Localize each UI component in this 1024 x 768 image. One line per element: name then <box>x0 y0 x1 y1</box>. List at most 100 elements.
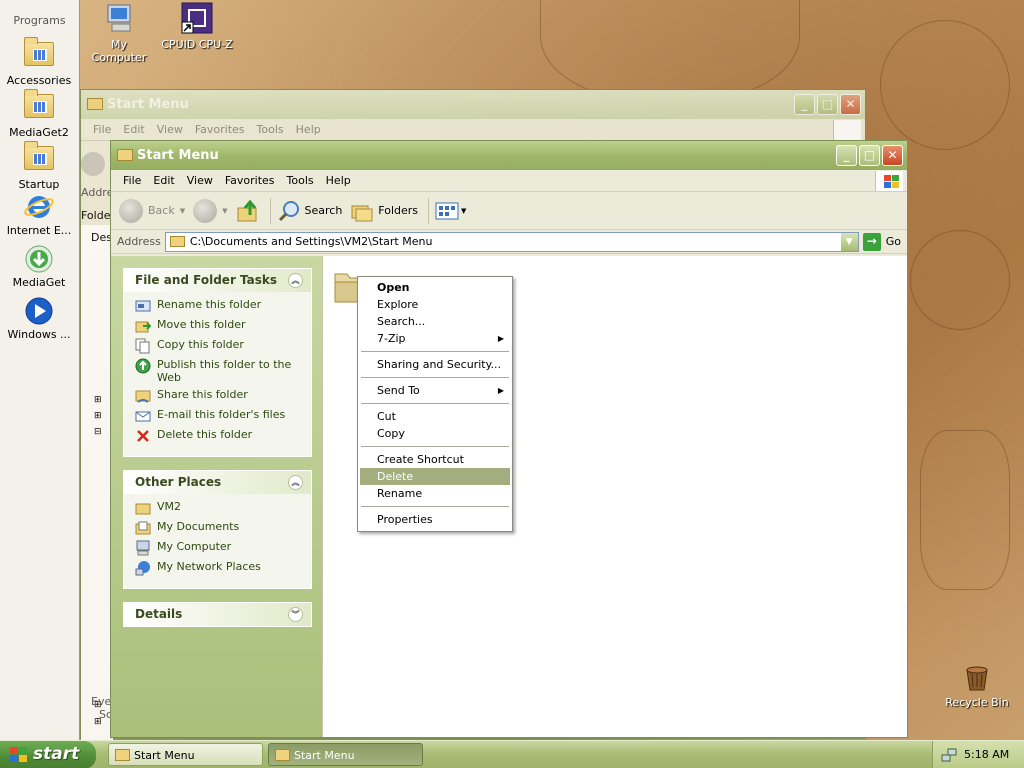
windows-logo-icon <box>10 747 27 762</box>
menu-edit[interactable]: Edit <box>147 174 180 187</box>
email-icon <box>135 408 151 424</box>
network-tray-icon[interactable] <box>941 747 957 763</box>
collapse-chevron-icon[interactable]: ︽ <box>288 475 303 490</box>
menu-tools[interactable]: Tools <box>251 123 290 136</box>
rename-icon <box>135 298 151 314</box>
folders-button[interactable]: Folders <box>350 200 418 222</box>
place-vm2[interactable]: VM2 <box>135 500 305 516</box>
program-windows-media[interactable]: Windows ... <box>0 296 78 341</box>
clock[interactable]: 5:18 AM <box>964 748 1009 761</box>
toolbar: Back ▼ ▼ Search Folders ▼ <box>111 192 907 230</box>
up-folder-button[interactable] <box>236 199 260 223</box>
folders-tree[interactable]: Des ⊞ ⊞ ⊟ ⊞ ⊞ <box>81 225 113 755</box>
place-my-computer[interactable]: My Computer <box>135 540 305 556</box>
task-label: Publish this folder to the Web <box>157 358 292 384</box>
context-item-properties[interactable]: Properties <box>360 511 510 528</box>
minimize-button[interactable]: _ <box>836 145 857 166</box>
program-mediaget[interactable]: MediaGet <box>0 244 78 289</box>
menu-tools[interactable]: Tools <box>281 174 320 187</box>
desktop-icon-label: My Computer <box>91 38 147 64</box>
system-tray: 5:18 AM <box>932 741 1024 768</box>
panel-header[interactable]: File and Folder Tasks ︽ <box>124 269 311 292</box>
menu-favorites[interactable]: Favorites <box>219 174 281 187</box>
desktop-icon-recycle-bin[interactable]: Recycle Bin <box>940 664 1014 709</box>
context-item-7zip[interactable]: 7-Zip ▶ <box>360 330 510 347</box>
maximize-button[interactable]: □ <box>859 145 880 166</box>
tree-expand-icon[interactable]: ⊞ <box>94 411 102 421</box>
collapse-chevron-icon[interactable]: ︽ <box>288 273 303 288</box>
context-item-search[interactable]: Search... <box>360 313 510 330</box>
desktop-icon-my-computer[interactable]: My Computer <box>84 2 154 64</box>
task-copy-folder[interactable]: Copy this folder <box>135 338 305 354</box>
context-item-send-to[interactable]: Send To ▶ <box>360 382 510 399</box>
maximize-button[interactable]: □ <box>817 94 838 115</box>
place-my-documents[interactable]: My Documents <box>135 520 305 536</box>
context-item-open[interactable]: Open <box>360 279 510 296</box>
task-rename-folder[interactable]: Rename this folder <box>135 298 305 314</box>
address-label: Address <box>117 235 161 248</box>
context-item-create-shortcut[interactable]: Create Shortcut <box>360 451 510 468</box>
window-titlebar[interactable]: Start Menu _ □ ✕ <box>111 141 907 170</box>
context-item-label: Properties <box>377 513 433 526</box>
menu-view[interactable]: View <box>151 123 189 136</box>
start-button[interactable]: start <box>0 741 96 768</box>
task-move-folder[interactable]: Move this folder <box>135 318 305 334</box>
context-item-explore[interactable]: Explore <box>360 296 510 313</box>
tree-item-desktop[interactable]: Des <box>91 231 112 244</box>
context-item-label: Delete <box>377 470 414 483</box>
media-player-icon <box>23 296 55 326</box>
context-item-rename[interactable]: Rename <box>360 485 510 502</box>
address-input[interactable]: C:\Documents and Settings\VM2\Start Menu… <box>164 231 859 252</box>
back-button[interactable]: Back ▼ <box>119 198 185 223</box>
window-titlebar[interactable]: Start Menu _ □ ✕ <box>81 90 865 119</box>
go-button[interactable]: → Go <box>862 232 901 251</box>
delete-icon <box>135 428 151 444</box>
desktop-icon-cpu-z[interactable]: CPUID CPU-Z <box>160 2 234 51</box>
program-mediaget2[interactable]: MediaGet2 <box>0 88 78 139</box>
context-item-copy[interactable]: Copy <box>360 425 510 442</box>
copy-icon <box>135 338 151 354</box>
my-computer-icon <box>135 540 151 556</box>
menu-view[interactable]: View <box>181 174 219 187</box>
menu-help[interactable]: Help <box>290 123 327 136</box>
tree-expand-icon[interactable]: ⊞ <box>94 395 102 405</box>
tree-expand-icon[interactable]: ⊟ <box>94 427 102 437</box>
menu-help[interactable]: Help <box>320 174 357 187</box>
menu-file[interactable]: File <box>87 123 117 136</box>
folder-icon <box>117 149 133 161</box>
task-delete-folder[interactable]: Delete this folder <box>135 428 305 444</box>
panel-header[interactable]: Details ︾ <box>124 603 311 626</box>
search-button[interactable]: Search <box>277 199 342 223</box>
expand-chevron-icon[interactable]: ︾ <box>288 607 303 622</box>
up-folder-icon <box>237 199 256 221</box>
place-label: My Documents <box>157 520 240 533</box>
task-share-folder[interactable]: Share this folder <box>135 388 305 404</box>
minimize-button[interactable]: _ <box>794 94 815 115</box>
mediaget-icon <box>23 244 55 274</box>
menu-favorites[interactable]: Favorites <box>189 123 251 136</box>
program-startup[interactable]: Startup <box>0 140 78 191</box>
program-accessories[interactable]: Accessories <box>0 36 78 87</box>
context-item-delete[interactable]: Delete <box>360 468 510 485</box>
place-my-network[interactable]: My Network Places <box>135 560 305 576</box>
address-dropdown-button[interactable]: ▼ <box>840 232 858 251</box>
details-panel: Details ︾ <box>123 602 312 627</box>
panel-header[interactable]: Other Places ︽ <box>124 471 311 494</box>
desktop-icon-label: CPUID CPU-Z <box>161 38 233 51</box>
menu-edit[interactable]: Edit <box>117 123 150 136</box>
views-button[interactable]: ▼ <box>435 202 466 220</box>
task-email-files[interactable]: E-mail this folder's files <box>135 408 305 424</box>
close-button[interactable]: ✕ <box>882 145 903 166</box>
menu-file[interactable]: File <box>117 174 147 187</box>
context-item-cut[interactable]: Cut <box>360 408 510 425</box>
program-internet-explorer[interactable]: Internet E... <box>0 192 78 237</box>
task-label: Delete this folder <box>157 428 253 441</box>
place-label: My Network Places <box>157 560 261 573</box>
close-button[interactable]: ✕ <box>840 94 861 115</box>
task-publish-folder[interactable]: Publish this folder to the Web <box>135 358 305 384</box>
taskbar-button-start-menu-1[interactable]: Start Menu <box>108 743 263 766</box>
taskbar-button-start-menu-2[interactable]: Start Menu <box>268 743 423 766</box>
forward-button[interactable]: ▼ <box>193 198 228 223</box>
place-label: My Computer <box>157 540 232 553</box>
context-item-sharing[interactable]: Sharing and Security... <box>360 356 510 373</box>
